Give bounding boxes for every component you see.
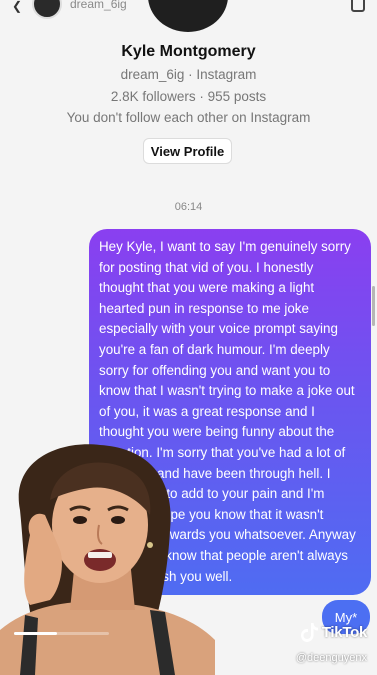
dm-screen: ❮ dream_6ig Kyle Montgomery dream_6ig · …	[0, 0, 377, 675]
video-progress-fill	[14, 632, 57, 635]
creator-overlay-image	[0, 444, 215, 675]
profile-stats: 2.8K followers · 955 posts	[110, 89, 267, 104]
profile-handle: dream_6ig · Instagram	[120, 67, 257, 82]
header-avatar[interactable]	[32, 0, 62, 19]
view-profile-button[interactable]: View Profile	[143, 138, 232, 164]
video-progress-bar[interactable]	[14, 632, 109, 635]
tiktok-logo-icon	[300, 623, 318, 642]
info-icon[interactable]	[351, 0, 365, 12]
tiktok-watermark: TikTok	[300, 622, 367, 642]
profile-avatar[interactable]	[148, 0, 228, 32]
profile-name: Kyle Montgomery	[121, 43, 256, 60]
header-username[interactable]: dream_6ig	[70, 0, 127, 11]
chevron-left-icon[interactable]: ❮	[10, 0, 24, 13]
follow-status: You don't follow each other on Instagram	[66, 110, 311, 125]
message-timestamp: 06:14	[174, 201, 203, 213]
watermark-handle: @deenguyenx	[295, 652, 367, 664]
scrollbar[interactable]	[372, 286, 375, 326]
watermark-brand: TikTok	[321, 623, 367, 641]
